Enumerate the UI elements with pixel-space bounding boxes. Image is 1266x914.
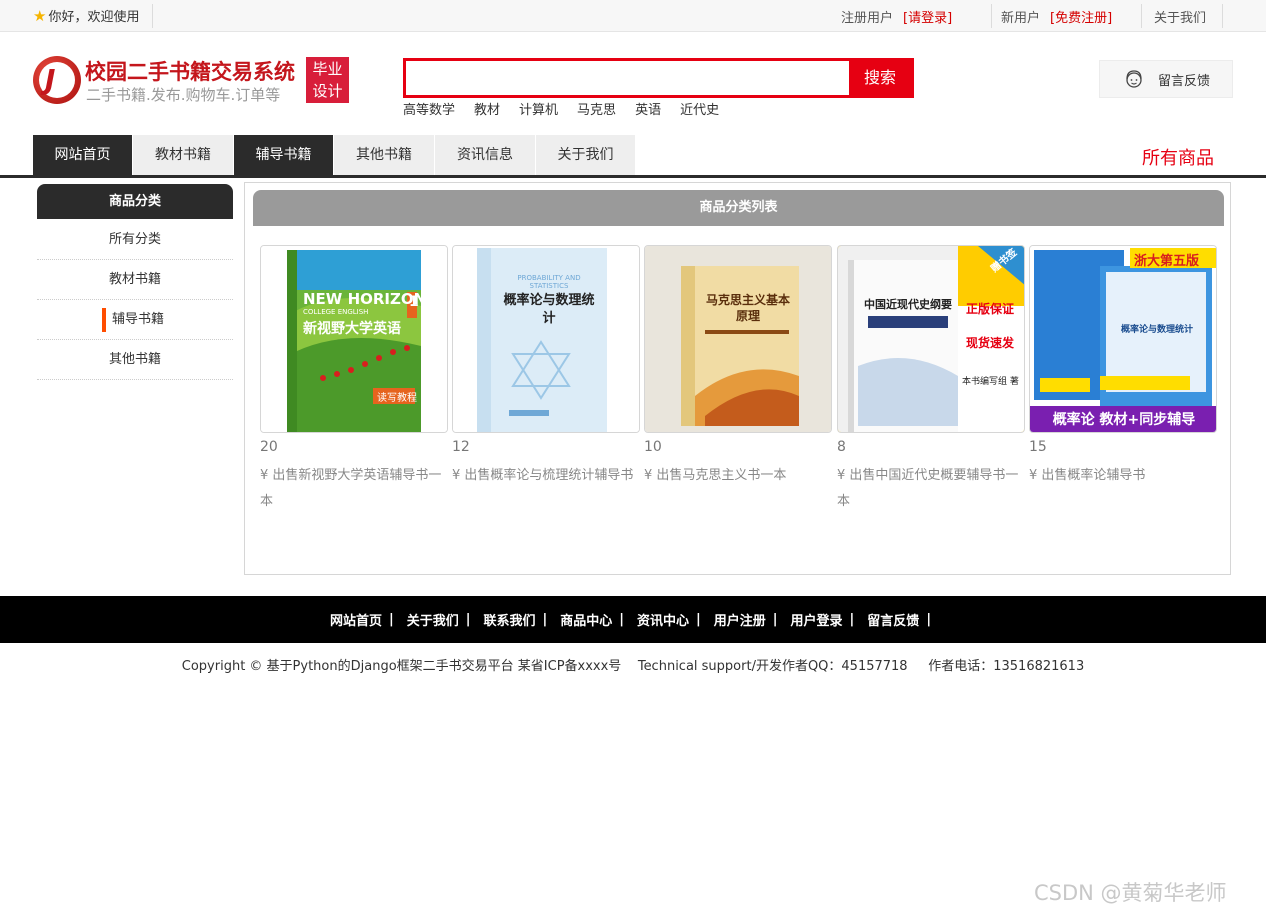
search-box: 搜索 bbox=[403, 58, 914, 98]
nav-home[interactable]: 网站首页 bbox=[33, 135, 133, 175]
product-card[interactable]: NEW HORIZON COLLEGE ENGLISH 新视野大学英语 1 读写… bbox=[260, 245, 448, 515]
sidebar-item-textbooks[interactable]: 教材书籍 bbox=[37, 260, 233, 300]
logo-icon[interactable]: J bbox=[33, 56, 81, 104]
footer-link-register[interactable]: 用户注册 bbox=[714, 610, 766, 629]
footer-link-about[interactable]: 关于我们 bbox=[407, 610, 459, 629]
product-card[interactable]: 中国近现代史纲要 正版保证 现货速发 本书编写组 著 赠书签 8 ¥ 出售中国近… bbox=[837, 245, 1025, 515]
footer-link-news[interactable]: 资讯中心 bbox=[637, 610, 689, 629]
customer-service-icon bbox=[1126, 70, 1142, 88]
search-button[interactable]: 搜索 bbox=[849, 61, 911, 95]
hotword-link[interactable]: 马克思 bbox=[577, 99, 616, 118]
divider bbox=[991, 4, 992, 28]
main-nav: 网站首页 教材书籍 辅导书籍 其他书籍 资讯信息 关于我们 bbox=[33, 135, 636, 175]
hotword-link[interactable]: 高等数学 bbox=[403, 99, 455, 118]
all-goods-link[interactable]: 所有商品 bbox=[1142, 144, 1214, 170]
footer-link-contact[interactable]: 联系我们 bbox=[483, 610, 535, 629]
hotword-link[interactable]: 计算机 bbox=[519, 99, 558, 118]
product-price: 20 bbox=[260, 439, 278, 455]
login-link[interactable]: [请登录] bbox=[903, 11, 952, 26]
book-cover-image[interactable]: 浙大第五版 概率论与数理统计 概率论 教材+同步辅导 bbox=[1029, 245, 1217, 433]
panel-title: 商品分类列表 bbox=[253, 190, 1224, 226]
feedback-button[interactable]: 留言反馈 bbox=[1099, 60, 1233, 98]
footer-link-login[interactable]: 用户登录 bbox=[791, 610, 843, 629]
sidebar-item-all[interactable]: 所有分类 bbox=[37, 220, 233, 260]
nav-news[interactable]: 资讯信息 bbox=[435, 135, 536, 175]
top-bar: ★ 你好，欢迎使用 注册用户 [请登录] 新用户 [免费注册] 关于我们 bbox=[0, 0, 1266, 32]
product-price: 12 bbox=[452, 439, 470, 455]
book-cover-image[interactable]: NEW HORIZON COLLEGE ENGLISH 新视野大学英语 1 读写… bbox=[260, 245, 448, 433]
watermark: CSDN @黄菊华老师 bbox=[1034, 881, 1227, 905]
login-prompt: 注册用户 [请登录] bbox=[841, 11, 953, 26]
product-card[interactable]: PROBABILITY AND STATISTICS 概率论与数理统计 12 ¥… bbox=[452, 245, 640, 489]
product-title[interactable]: ¥ 出售新视野大学英语辅导书一本 bbox=[260, 463, 448, 515]
book-cover-image[interactable]: 马克思主义基本原理 bbox=[644, 245, 832, 433]
copyright-text: Copyright © 基于Python的Django框架二手书交易平台 某省I… bbox=[181, 659, 1085, 674]
sidebar-item-tutoring[interactable]: 辅导书籍 bbox=[37, 300, 233, 340]
hot-keywords: 高等数学 教材 计算机 马克思 英语 近代史 bbox=[403, 99, 738, 118]
nav-textbooks[interactable]: 教材书籍 bbox=[133, 135, 234, 175]
register-link[interactable]: [免费注册] bbox=[1050, 11, 1112, 26]
book-cover-image[interactable]: 中国近现代史纲要 正版保证 现货速发 本书编写组 著 赠书签 bbox=[837, 245, 1025, 433]
hotword-link[interactable]: 近代史 bbox=[680, 99, 719, 118]
nav-tutoring-books[interactable]: 辅导书籍 bbox=[234, 135, 334, 175]
product-title[interactable]: ¥ 出售马克思主义书一本 bbox=[644, 463, 832, 489]
divider bbox=[1141, 4, 1142, 28]
sidebar-item-other[interactable]: 其他书籍 bbox=[37, 340, 233, 380]
product-title[interactable]: ¥ 出售概率论辅导书 bbox=[1029, 463, 1217, 489]
category-sidebar-title: 商品分类 bbox=[37, 184, 233, 219]
graduation-badge: 毕业 设计 bbox=[306, 57, 349, 103]
hotword-link[interactable]: 英语 bbox=[635, 99, 661, 118]
divider bbox=[1222, 4, 1223, 28]
footer-link-feedback[interactable]: 留言反馈 bbox=[867, 610, 919, 629]
hotword-link[interactable]: 教材 bbox=[474, 99, 500, 118]
about-link[interactable]: 关于我们 bbox=[1154, 7, 1206, 26]
product-card[interactable]: 浙大第五版 概率论与数理统计 概率论 教材+同步辅导 15 ¥ 出售概率论辅导书 bbox=[1029, 245, 1217, 489]
star-icon: ★ bbox=[33, 6, 47, 25]
site-subtitle: 二手书籍.发布.购物车.订单等 bbox=[86, 86, 281, 104]
product-price: 10 bbox=[644, 439, 662, 455]
footer-link-home[interactable]: 网站首页 bbox=[330, 610, 382, 629]
site-title: 校园二手书籍交易系统 bbox=[85, 60, 295, 84]
product-title[interactable]: ¥ 出售概率论与梳理统计辅导书 bbox=[452, 463, 640, 489]
footer-nav: 网站首页 | 关于我们 | 联系我们 | 商品中心 | 资讯中心 | 用户注册 | 用户登录… bbox=[0, 596, 1266, 643]
product-price: 8 bbox=[837, 439, 846, 455]
welcome-text: ★ 你好，欢迎使用 bbox=[33, 6, 140, 26]
category-sidebar: 所有分类 教材书籍 辅导书籍 其他书籍 bbox=[37, 220, 233, 380]
footer-link-products[interactable]: 商品中心 bbox=[560, 610, 612, 629]
product-card[interactable]: 马克思主义基本原理 10 ¥ 出售马克思主义书一本 bbox=[644, 245, 832, 489]
product-title[interactable]: ¥ 出售中国近代史概要辅导书一本 bbox=[837, 463, 1025, 515]
nav-underline bbox=[0, 175, 1266, 178]
nav-about[interactable]: 关于我们 bbox=[536, 135, 636, 175]
product-price: 15 bbox=[1029, 439, 1047, 455]
book-cover-image[interactable]: PROBABILITY AND STATISTICS 概率论与数理统计 bbox=[452, 245, 640, 433]
nav-other-books[interactable]: 其他书籍 bbox=[334, 135, 435, 175]
register-prompt: 新用户 [免费注册] bbox=[1001, 11, 1113, 26]
divider bbox=[152, 4, 153, 28]
search-input[interactable] bbox=[406, 61, 852, 95]
